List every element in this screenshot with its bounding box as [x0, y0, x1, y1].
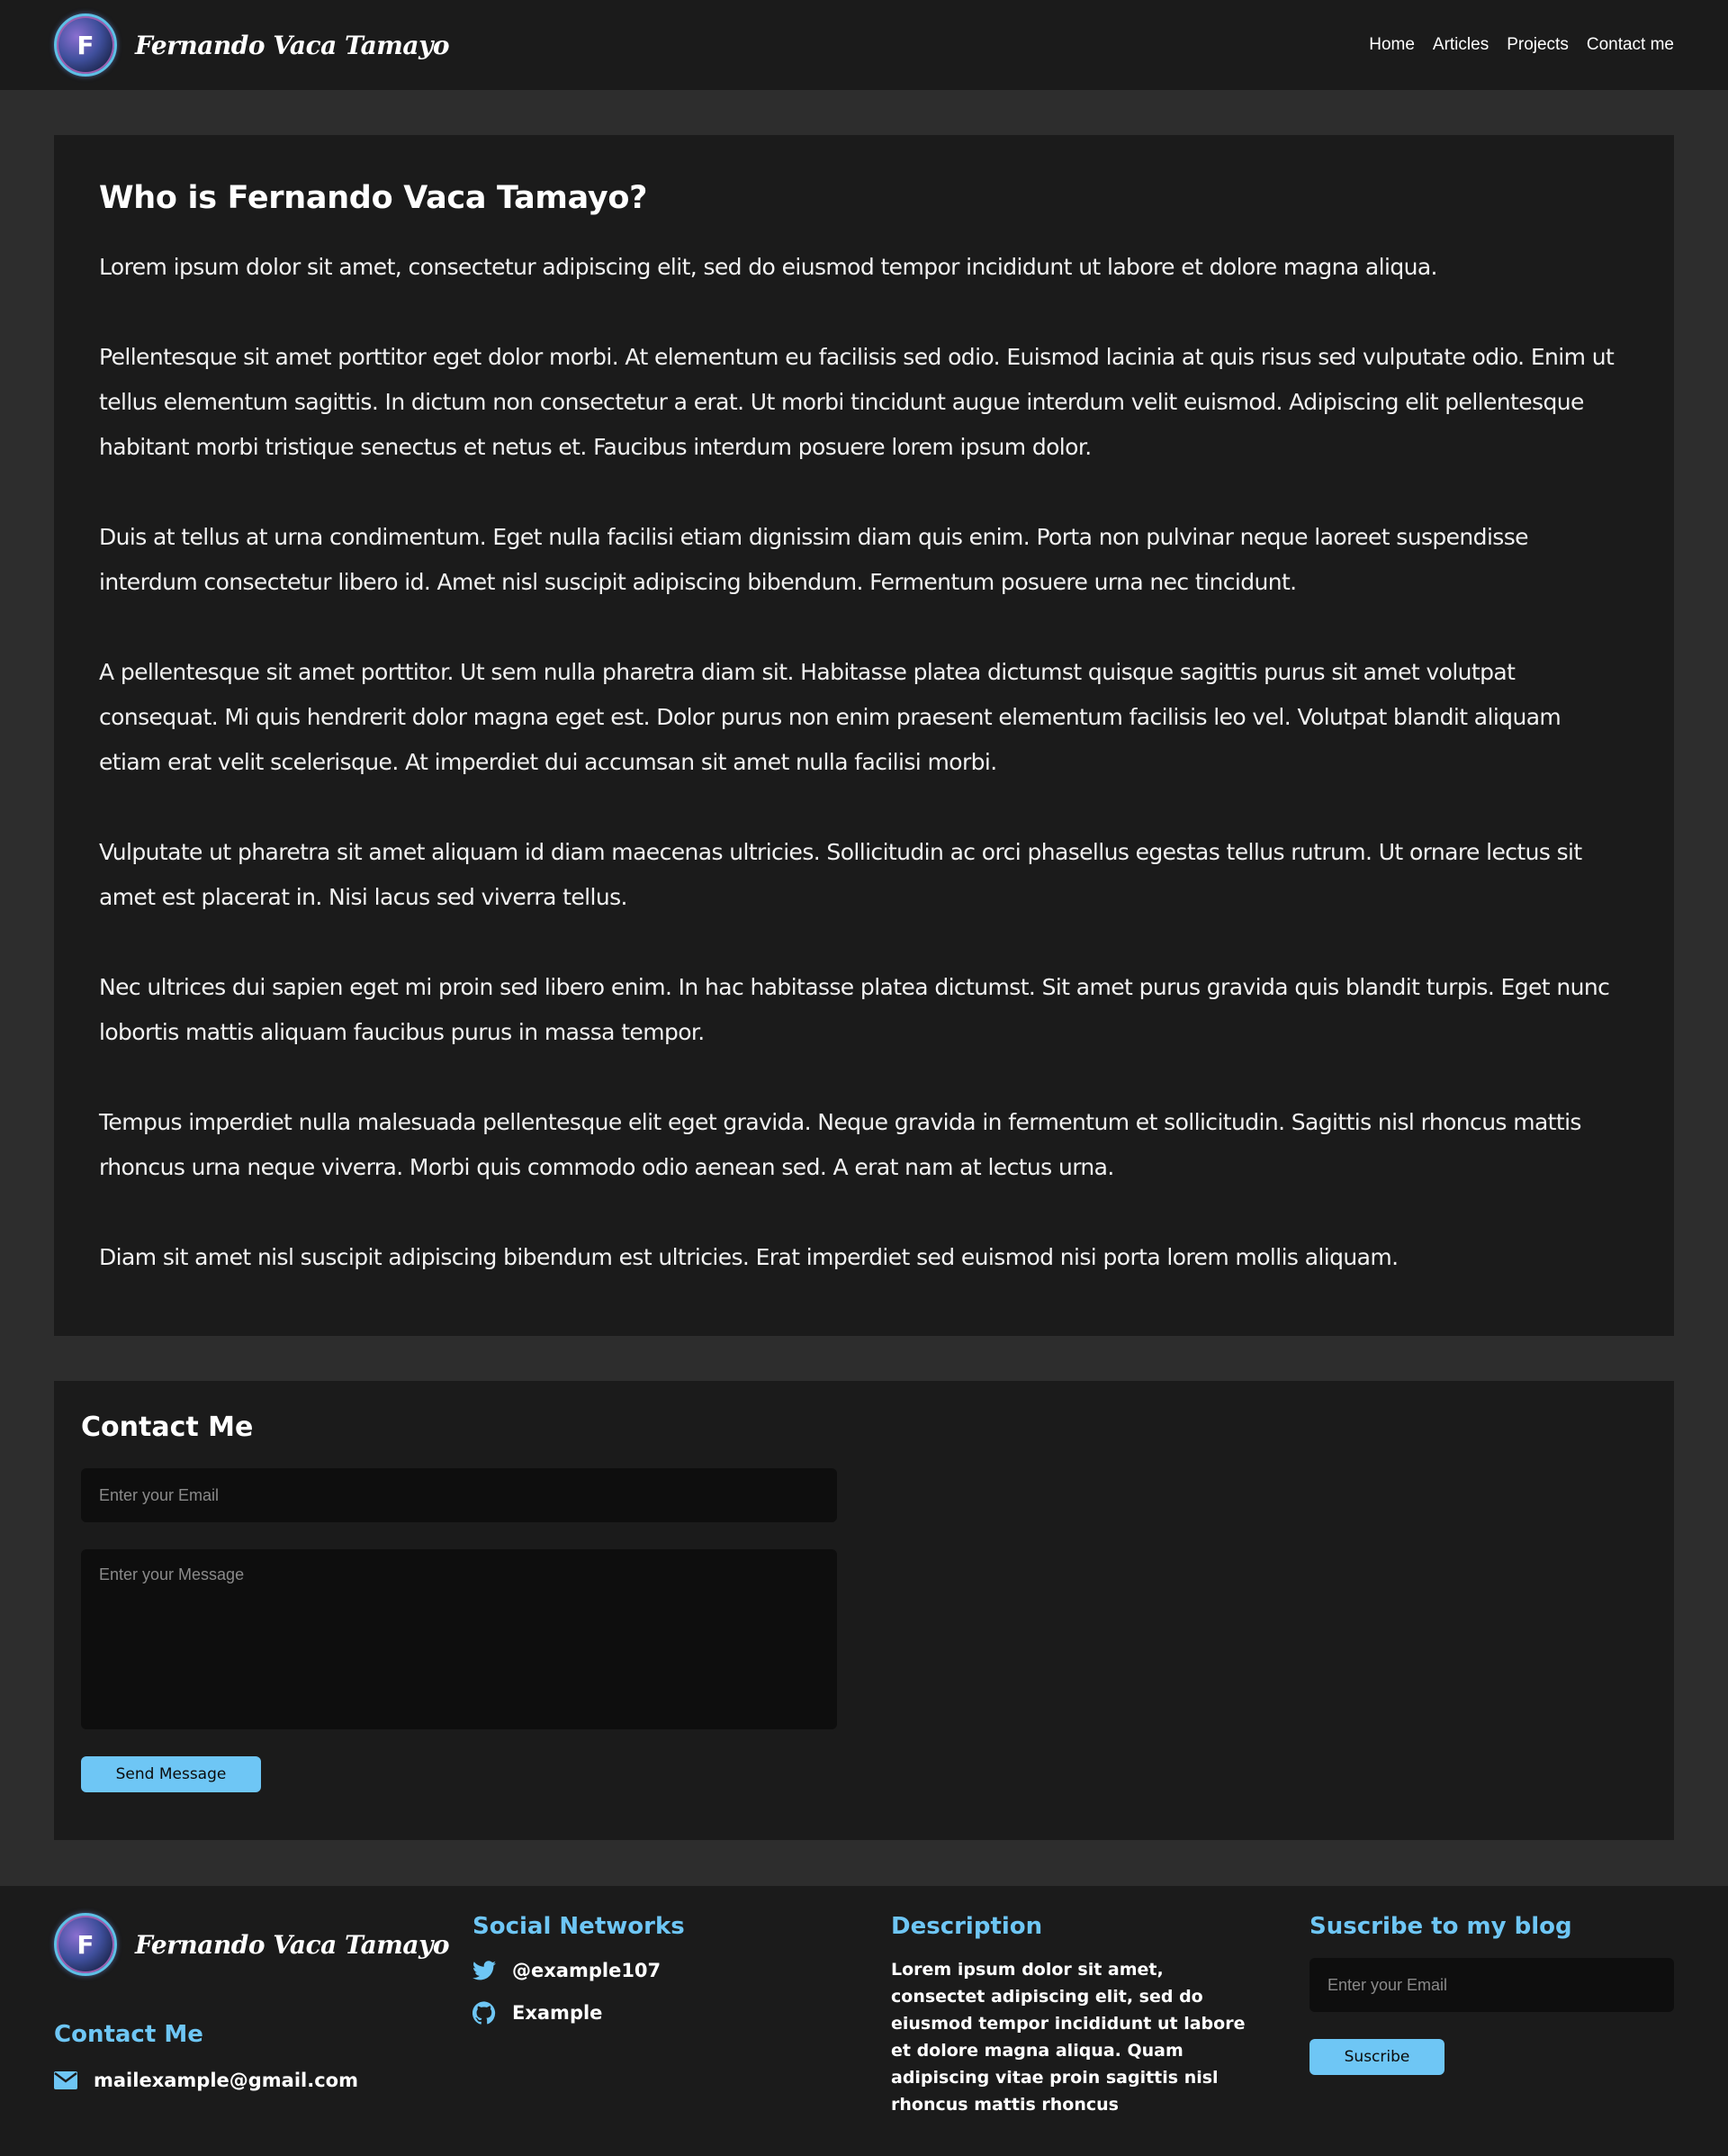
nav-contact[interactable]: Contact me: [1587, 35, 1674, 55]
footer-brand-column: F Fernando Vaca Tamayo Contact Me mailex…: [54, 1913, 450, 2091]
footer-brand-name: Fernando Vaca Tamayo: [135, 1929, 450, 1960]
nav-projects[interactable]: Projects: [1507, 35, 1569, 55]
mail-icon: [54, 2071, 77, 2089]
description-title: Description: [891, 1913, 1043, 1940]
github-link[interactable]: Example: [472, 2001, 685, 2025]
github-name[interactable]: Example: [512, 2002, 602, 2024]
subscribe-email-input[interactable]: [1310, 1958, 1674, 2012]
twitter-icon: [472, 1961, 496, 1980]
about-paragraph: Duis at tellus at urna condimentum. Eget…: [99, 524, 1529, 595]
about-paragraph: Diam sit amet nisl suscipit adipiscing b…: [99, 1244, 1399, 1270]
footer-logo[interactable]: F: [54, 1913, 117, 1976]
footer-subscribe-column: Suscribe to my blog Suscribe: [1310, 1913, 1674, 2075]
contact-message-input[interactable]: [81, 1549, 837, 1729]
subscribe-button[interactable]: Suscribe: [1310, 2039, 1444, 2075]
nav-home[interactable]: Home: [1369, 35, 1415, 55]
social-title: Social Networks: [472, 1913, 685, 1940]
about-paragraph: Nec ultrices dui sapien eget mi proin se…: [99, 974, 1610, 1045]
github-icon: [472, 2001, 496, 2025]
about-section: Who is Fernando Vaca Tamayo? Lorem ipsum…: [54, 135, 1674, 1336]
contact-email-input[interactable]: [81, 1468, 837, 1522]
about-paragraph: Pellentesque sit amet porttitor eget dol…: [99, 344, 1615, 460]
brand[interactable]: F Fernando Vaca Tamayo: [54, 14, 450, 77]
footer-logo-letter: F: [76, 1929, 94, 1960]
logo-letter: F: [76, 30, 94, 60]
nav-articles[interactable]: Articles: [1433, 35, 1489, 55]
logo[interactable]: F: [54, 14, 117, 77]
site-header: F Fernando Vaca Tamayo Home Articles Pro…: [0, 0, 1728, 90]
footer-email-text[interactable]: mailexample@gmail.com: [94, 2070, 358, 2091]
footer-description-column: Description Lorem ipsum dolor sit amet, …: [891, 1913, 1260, 2118]
footer-brand[interactable]: F Fernando Vaca Tamayo: [54, 1913, 450, 1976]
about-paragraph: Vulputate ut pharetra sit amet aliquam i…: [99, 839, 1582, 910]
footer-social-column: Social Networks @example107 Example: [472, 1913, 685, 2044]
about-title: Who is Fernando Vaca Tamayo?: [99, 180, 648, 216]
twitter-link[interactable]: @example107: [472, 1960, 685, 1981]
subscribe-title: Suscribe to my blog: [1310, 1913, 1572, 1940]
about-paragraph: Tempus imperdiet nulla malesuada pellent…: [99, 1109, 1581, 1180]
footer-email[interactable]: mailexample@gmail.com: [54, 2070, 449, 2091]
brand-name[interactable]: Fernando Vaca Tamayo: [135, 31, 450, 60]
description-text: Lorem ipsum dolor sit amet, consectet ad…: [891, 1960, 1246, 2115]
contact-title: Contact Me: [81, 1412, 254, 1443]
main-nav: Home Articles Projects Contact me: [1369, 35, 1674, 55]
send-message-button[interactable]: Send Message: [81, 1756, 261, 1792]
footer-contact-title: Contact Me: [54, 2021, 203, 2048]
contact-section: Contact Me Send Message: [54, 1381, 1674, 1840]
twitter-handle[interactable]: @example107: [512, 1960, 661, 1981]
site-footer: F Fernando Vaca Tamayo Contact Me mailex…: [0, 1886, 1728, 2156]
about-paragraph: A pellentesque sit amet porttitor. Ut se…: [99, 659, 1562, 775]
about-paragraph: Lorem ipsum dolor sit amet, consectetur …: [99, 254, 1438, 280]
